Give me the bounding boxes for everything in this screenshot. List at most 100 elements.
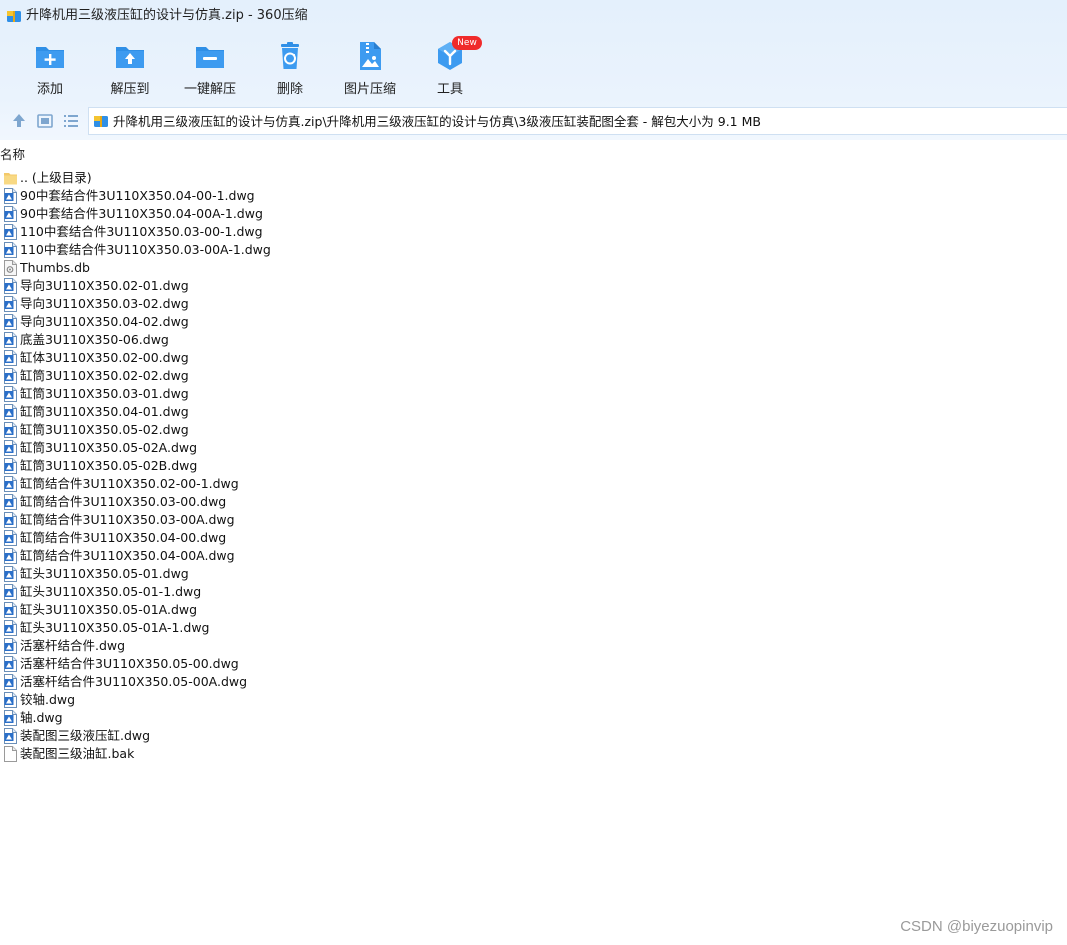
dwg-file-icon <box>4 530 17 546</box>
file-row[interactable]: 装配图三级液压缸.dwg <box>0 727 600 745</box>
add-icon <box>36 47 64 68</box>
dwg-file-icon <box>4 314 17 330</box>
file-name: 装配图三级油缸.bak <box>20 746 135 761</box>
dwg-file-icon <box>4 494 17 510</box>
file-row[interactable]: 缸筒结合件3U110X350.04-00A.dwg <box>0 547 600 565</box>
file-row[interactable]: 缸筒3U110X350.05-02A.dwg <box>0 439 600 457</box>
file-row[interactable]: 底盖3U110X350-06.dwg <box>0 331 600 349</box>
file-row[interactable]: 缸头3U110X350.05-01-1.dwg <box>0 583 600 601</box>
one-click-extract-label: 一键解压 <box>183 82 236 97</box>
navigation-row: 升降机用三级液压缸的设计与仿真.zip\升降机用三级液压缸的设计与仿真\3级液压… <box>0 106 1067 136</box>
file-row[interactable]: 缸筒3U110X350.05-02B.dwg <box>0 457 600 475</box>
extract-to-label: 解压到 <box>110 82 150 97</box>
file-row[interactable]: 110中套结合件3U110X350.03-00A-1.dwg <box>0 241 600 259</box>
file-row[interactable]: 110中套结合件3U110X350.03-00-1.dwg <box>0 223 600 241</box>
file-name: 缸筒3U110X350.04-01.dwg <box>20 404 189 419</box>
dwg-file-icon <box>4 692 17 708</box>
file-row[interactable]: 缸体3U110X350.02-00.dwg <box>0 349 600 367</box>
dwg-file-icon <box>4 548 17 564</box>
add-label: 添加 <box>36 82 63 97</box>
file-row[interactable]: 缸筒3U110X350.05-02.dwg <box>0 421 600 439</box>
file-name: 缸头3U110X350.05-01A-1.dwg <box>20 620 210 635</box>
image-compress-button[interactable]: 图片压缩 <box>330 38 410 98</box>
extract-to-button[interactable]: 解压到 <box>90 38 170 98</box>
add-button[interactable]: 添加 <box>10 38 90 98</box>
file-row[interactable]: 缸筒3U110X350.04-01.dwg <box>0 403 600 421</box>
file-row[interactable]: 90中套结合件3U110X350.04-00-1.dwg <box>0 187 600 205</box>
file-row[interactable]: 90中套结合件3U110X350.04-00A-1.dwg <box>0 205 600 223</box>
file-name: 导向3U110X350.02-01.dwg <box>20 278 189 293</box>
dwg-file-icon <box>4 386 17 402</box>
address-path: 升降机用三级液压缸的设计与仿真.zip\升降机用三级液压缸的设计与仿真\3级液压… <box>113 114 761 129</box>
dwg-file-icon <box>4 296 17 312</box>
one-click-extract-icon <box>196 47 224 68</box>
dwg-file-icon <box>4 368 17 384</box>
file-name: 缸体3U110X350.02-00.dwg <box>20 350 189 365</box>
file-row[interactable]: 缸筒3U110X350.03-01.dwg <box>0 385 600 403</box>
file-row[interactable]: 缸头3U110X350.05-01A-1.dwg <box>0 619 600 637</box>
parent-directory-row[interactable]: .. (上级目录) <box>0 169 600 187</box>
file-name: 缸头3U110X350.05-01.dwg <box>20 566 189 581</box>
dwg-file-icon <box>4 404 17 420</box>
file-name: 缸筒3U110X350.02-02.dwg <box>20 368 189 383</box>
file-row[interactable]: 缸头3U110X350.05-01A.dwg <box>0 601 600 619</box>
folder-icon <box>4 173 17 185</box>
file-row[interactable]: 缸头3U110X350.05-01.dwg <box>0 565 600 583</box>
file-name: 铰轴.dwg <box>20 692 76 707</box>
file-name: 底盖3U110X350-06.dwg <box>20 332 169 347</box>
dwg-file-icon <box>4 584 17 600</box>
file-row[interactable]: 铰轴.dwg <box>0 691 600 709</box>
one-click-extract-button[interactable]: 一键解压 <box>170 38 250 98</box>
address-bar[interactable]: 升降机用三级液压缸的设计与仿真.zip\升降机用三级液压缸的设计与仿真\3级液压… <box>88 107 1067 135</box>
blank-file-icon <box>4 746 17 762</box>
dwg-file-icon <box>4 512 17 528</box>
column-header-name[interactable]: 名称 <box>0 146 25 164</box>
file-row[interactable]: Thumbs.db <box>0 259 600 277</box>
file-name: 缸头3U110X350.05-01-1.dwg <box>20 584 202 599</box>
file-name: 缸筒3U110X350.05-02.dwg <box>20 422 189 437</box>
dwg-file-icon <box>4 674 17 690</box>
dwg-file-icon <box>4 206 17 222</box>
dwg-file-icon <box>4 350 17 366</box>
tools-label: 工具 <box>436 82 463 97</box>
archive-icon <box>94 116 108 127</box>
file-row[interactable]: 导向3U110X350.02-01.dwg <box>0 277 600 295</box>
file-row[interactable]: 缸筒结合件3U110X350.03-00A.dwg <box>0 511 600 529</box>
file-name: 缸筒结合件3U110X350.04-00A.dwg <box>20 548 235 563</box>
file-row[interactable]: 导向3U110X350.03-02.dwg <box>0 295 600 313</box>
file-name: 90中套结合件3U110X350.04-00A-1.dwg <box>20 206 263 221</box>
toolbar: 添加 解压到 一键解压 删除 图片压缩 New 工具 <box>0 32 1067 102</box>
file-list: .. (上级目录) 90中套结合件3U110X350.04-00-1.dwg 90中… <box>0 169 600 763</box>
file-name: 活塞杆结合件3U110X350.05-00A.dwg <box>20 674 248 689</box>
file-name: 导向3U110X350.03-02.dwg <box>20 296 189 311</box>
file-row[interactable]: 缸筒3U110X350.02-02.dwg <box>0 367 600 385</box>
delete-label: 删除 <box>276 82 303 97</box>
file-row[interactable]: 缸筒结合件3U110X350.03-00.dwg <box>0 493 600 511</box>
file-row[interactable]: 活塞杆结合件3U110X350.05-00.dwg <box>0 655 600 673</box>
up-arrow-icon[interactable] <box>10 112 28 130</box>
title-bar: 升降机用三级液压缸的设计与仿真.zip - 360压缩 <box>0 0 1067 32</box>
delete-button[interactable]: 删除 <box>250 38 330 98</box>
file-row[interactable]: 活塞杆结合件.dwg <box>0 637 600 655</box>
watermark: CSDN @biyezuopinvip <box>900 918 1053 935</box>
list-view-icon[interactable] <box>62 112 80 130</box>
tools-button[interactable]: New 工具 <box>410 36 490 98</box>
file-name: 缸筒结合件3U110X350.03-00.dwg <box>20 494 227 509</box>
file-name: 活塞杆结合件3U110X350.05-00.dwg <box>20 656 239 671</box>
file-row[interactable]: 缸筒结合件3U110X350.02-00-1.dwg <box>0 475 600 493</box>
file-row[interactable]: 活塞杆结合件3U110X350.05-00A.dwg <box>0 673 600 691</box>
file-row[interactable]: 缸筒结合件3U110X350.04-00.dwg <box>0 529 600 547</box>
file-row[interactable]: 轴.dwg <box>0 709 600 727</box>
file-row[interactable]: 装配图三级油缸.bak <box>0 745 600 763</box>
file-row[interactable]: 导向3U110X350.04-02.dwg <box>0 313 600 331</box>
file-name: 缸筒3U110X350.05-02A.dwg <box>20 440 198 455</box>
file-name: 缸筒3U110X350.03-01.dwg <box>20 386 189 401</box>
window-title: 升降机用三级液压缸的设计与仿真.zip - 360压缩 <box>26 8 308 23</box>
dwg-file-icon <box>4 440 17 456</box>
dwg-file-icon <box>4 332 17 348</box>
image-compress-icon <box>360 42 381 70</box>
thumbnail-view-icon[interactable] <box>36 112 54 130</box>
file-name: 活塞杆结合件.dwg <box>20 638 126 653</box>
file-name: 90中套结合件3U110X350.04-00-1.dwg <box>20 188 255 203</box>
dwg-file-icon <box>4 476 17 492</box>
